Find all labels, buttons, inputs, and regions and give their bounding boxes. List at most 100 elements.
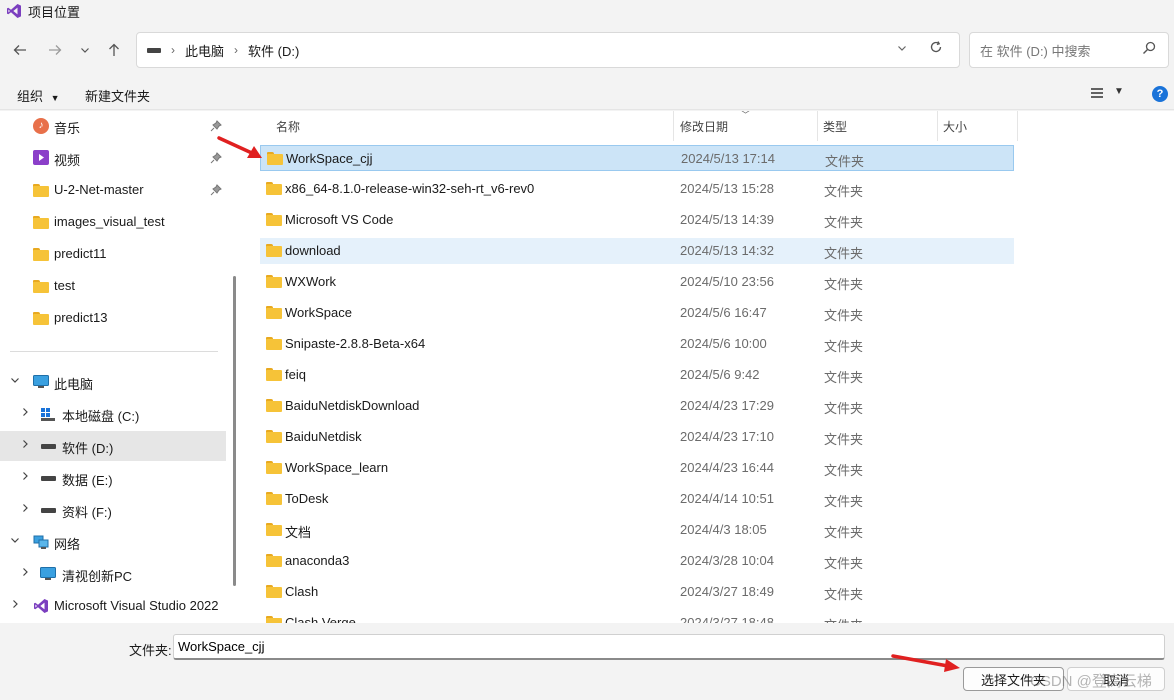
file-date: 2024/5/13 14:32: [680, 243, 774, 258]
monitor-icon: [40, 567, 56, 584]
forward-button[interactable]: [41, 38, 69, 62]
recent-locations-button[interactable]: [71, 38, 99, 62]
up-button[interactable]: [100, 38, 128, 62]
file-date: 2024/5/6 16:47: [680, 305, 767, 320]
arrow-left-icon: [13, 45, 26, 55]
sidebar-item-music[interactable]: ♪ 音乐: [0, 111, 226, 141]
file-row[interactable]: Snipaste-2.8.8-Beta-x64 2024/5/6 10:00 文件夹: [260, 331, 1014, 357]
sidebar-item-label: 视频: [54, 153, 81, 168]
caret-down-icon[interactable]: ▼: [1114, 86, 1124, 97]
file-type: 文件夹: [824, 184, 864, 199]
sidebar-item-drive-e[interactable]: 数据 (E:): [0, 463, 226, 493]
sidebar-item-predict11[interactable]: predict11: [0, 239, 226, 269]
view-list-icon[interactable]: [1090, 87, 1104, 99]
chevron-down-icon[interactable]: [10, 535, 20, 548]
sidebar-item-u2net[interactable]: U-2-Net-master: [0, 175, 226, 205]
sidebar-item-test[interactable]: test: [0, 271, 226, 301]
search-box[interactable]: 在 软件 (D:) 中搜索: [969, 32, 1169, 68]
sidebar-item-videos[interactable]: 视频: [0, 143, 226, 173]
file-row[interactable]: WorkSpace_learn 2024/4/23 16:44 文件夹: [260, 455, 1014, 481]
sidebar-item-images-visual-test[interactable]: images_visual_test: [0, 207, 226, 237]
chevron-right-icon[interactable]: [10, 599, 20, 612]
chevron-right-icon[interactable]: [20, 407, 30, 420]
file-date: 2024/3/27 18:49: [680, 584, 774, 599]
file-row[interactable]: ToDesk 2024/4/14 10:51 文件夹: [260, 486, 1014, 512]
sidebar-item-label: 网络: [54, 537, 81, 552]
back-button[interactable]: [6, 38, 34, 62]
folder-icon: [267, 152, 283, 165]
sidebar-item-drive-f[interactable]: 资料 (F:): [0, 495, 226, 525]
file-date: 2024/4/23 17:10: [680, 429, 774, 444]
watermark: CSDN @登高云梯: [1030, 673, 1152, 690]
search-icon[interactable]: [1142, 41, 1156, 55]
folder-icon: [266, 461, 282, 474]
refresh-button[interactable]: [929, 40, 943, 59]
annotation-arrow-icon: [217, 136, 262, 158]
title-bar: 项目位置: [0, 0, 1174, 22]
pin-icon[interactable]: [210, 184, 222, 196]
chevron-right-icon[interactable]: [20, 567, 30, 580]
folder-icon: [266, 213, 282, 226]
column-header-name[interactable]: 名称: [276, 111, 673, 141]
sidebar-item-network-pc[interactable]: 清视创新PC: [0, 559, 226, 589]
sidebar-scrollbar[interactable]: [233, 276, 236, 586]
sidebar-item-network[interactable]: 网络: [0, 527, 226, 557]
column-header-size[interactable]: 大小: [943, 111, 1017, 141]
column-header-label: 类型: [823, 119, 848, 134]
column-header-type[interactable]: 类型: [823, 111, 937, 141]
sidebar-item-this-pc[interactable]: 此电脑: [0, 367, 226, 397]
help-icon[interactable]: ?: [1152, 86, 1168, 102]
file-name: Microsoft VS Code: [285, 212, 394, 227]
file-row[interactable]: Clash Verge 2024/3/27 18:48 文件夹: [260, 610, 1014, 623]
file-row[interactable]: WorkSpace 2024/5/6 16:47 文件夹: [260, 300, 1014, 326]
chevron-down-icon[interactable]: [10, 375, 20, 388]
navigation-bar: › 此电脑 › 软件 (D:) 在 软件 (D:) 中搜索: [0, 22, 1174, 78]
column-divider[interactable]: [817, 111, 818, 141]
sidebar-item-drive-c[interactable]: 本地磁盘 (C:): [0, 399, 226, 429]
file-row[interactable]: BaiduNetdiskDownload 2024/4/23 17:29 文件夹: [260, 393, 1014, 419]
sidebar-item-visual-studio[interactable]: Microsoft Visual Studio 2022: [0, 591, 226, 621]
chevron-right-icon[interactable]: [20, 439, 30, 452]
column-divider[interactable]: [937, 111, 938, 141]
folder-icon: [266, 585, 282, 598]
file-row[interactable]: x86_64-8.1.0-release-win32-seh-rt_v6-rev…: [260, 176, 1014, 202]
breadcrumb-this-pc[interactable]: 此电脑: [185, 41, 224, 60]
sidebar-item-label: U-2-Net-master: [54, 182, 144, 197]
organize-menu[interactable]: 组织 ▼: [17, 86, 60, 105]
sidebar-item-drive-d[interactable]: 软件 (D:): [0, 431, 226, 461]
sidebar-item-label: Microsoft Visual Studio 2022: [54, 598, 219, 613]
file-row[interactable]: 文档 2024/4/3 18:05 文件夹: [260, 517, 1014, 543]
visual-studio-icon: [34, 599, 48, 613]
address-history-dropdown[interactable]: [897, 42, 907, 56]
file-row[interactable]: Clash 2024/3/27 18:49 文件夹: [260, 579, 1014, 605]
pin-icon[interactable]: [210, 120, 222, 132]
file-row[interactable]: BaiduNetdisk 2024/4/23 17:10 文件夹: [260, 424, 1014, 450]
file-row[interactable]: Microsoft VS Code 2024/5/13 14:39 文件夹: [260, 207, 1014, 233]
visual-studio-icon: [7, 4, 21, 18]
sidebar-item-label: 清视创新PC: [62, 569, 133, 584]
file-row[interactable]: anaconda3 2024/3/28 10:04 文件夹: [260, 548, 1014, 574]
chevron-right-icon[interactable]: [20, 471, 30, 484]
new-folder-button[interactable]: 新建文件夹: [85, 86, 150, 105]
folder-icon: [266, 275, 282, 288]
folder-name-input[interactable]: [173, 634, 1165, 660]
address-bar[interactable]: › 此电脑 › 软件 (D:): [136, 32, 960, 68]
file-type: 文件夹: [824, 246, 864, 261]
video-icon: [33, 150, 49, 165]
breadcrumb-drive-d[interactable]: 软件 (D:): [248, 41, 299, 60]
column-divider[interactable]: [1017, 111, 1018, 141]
file-type: 文件夹: [824, 432, 864, 447]
column-divider[interactable]: [673, 111, 674, 141]
drive-icon: [41, 508, 56, 513]
search-input[interactable]: 在 软件 (D:) 中搜索: [980, 41, 1091, 60]
file-row[interactable]: download 2024/5/13 14:32 文件夹: [260, 238, 1014, 264]
file-row[interactable]: WorkSpace_cjj 2024/5/13 17:14 文件夹: [260, 145, 1014, 171]
file-row[interactable]: WXWork 2024/5/10 23:56 文件夹: [260, 269, 1014, 295]
file-date: 2024/5/13 14:39: [680, 212, 774, 227]
file-name: WXWork: [285, 274, 337, 289]
file-row[interactable]: feiq 2024/5/6 9:42 文件夹: [260, 362, 1014, 388]
sidebar-item-label: images_visual_test: [54, 214, 165, 229]
chevron-right-icon[interactable]: [20, 503, 30, 516]
sidebar-item-predict13[interactable]: predict13: [0, 303, 226, 333]
drive-icon: [41, 476, 56, 481]
